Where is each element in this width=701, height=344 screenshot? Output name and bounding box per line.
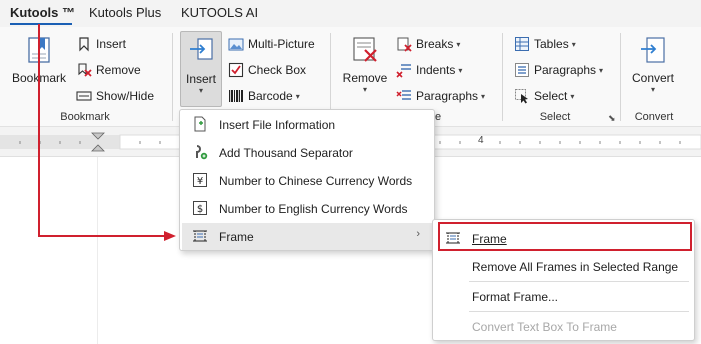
remove-bookmark-icon: [78, 63, 92, 77]
indents-icon: [396, 64, 411, 78]
bookmark-remove-button[interactable]: Remove: [76, 62, 141, 78]
tables-chevron-down-icon: ▾: [571, 39, 576, 49]
submenu-item-convert-text-box[interactable]: Convert Text Box To Frame: [437, 312, 692, 340]
tab-kutools[interactable]: Kutools ™: [10, 5, 75, 20]
file-info-icon: [194, 116, 206, 132]
menu-item-label: Number to Chinese Currency Words: [219, 174, 413, 188]
convert-big-label: Convert: [631, 71, 675, 85]
insert-dropdown-menu: Insert File Information Add Thousand Sep…: [179, 109, 435, 251]
dialog-launcher-icon[interactable]: ⬊: [608, 113, 616, 124]
select-tables-button[interactable]: Tables ▾: [514, 36, 576, 52]
ribbon-tab-bar: Kutools ™ Kutools Plus KUTOOLS AI: [0, 0, 701, 27]
select-label: Select: [534, 89, 568, 103]
bookmark-small-icon: [79, 37, 89, 52]
highlight-box: [438, 222, 692, 251]
tab-kutools-plus[interactable]: Kutools Plus: [89, 5, 161, 20]
active-tab-underline: [10, 23, 72, 25]
group-separator: [172, 33, 173, 121]
breaks-icon: [397, 37, 412, 52]
paragraphs-chevron-down-icon: ▾: [481, 91, 486, 101]
dollar-icon: $: [193, 201, 207, 215]
select-cursor-icon: [515, 89, 528, 104]
indents-label: Indents: [416, 63, 456, 77]
remove-big-label: Remove: [342, 71, 388, 85]
check-box-icon: [228, 62, 244, 78]
svg-text:¥: ¥: [197, 176, 203, 187]
bookmark-insert-button[interactable]: Insert: [76, 36, 126, 52]
barcode-label: Barcode: [248, 89, 293, 103]
margin-guide: [97, 157, 98, 344]
svg-text:$: $: [197, 204, 203, 215]
convert-big-button[interactable]: Convert ▾: [628, 35, 678, 94]
multi-picture-label: Multi-Picture: [248, 37, 315, 51]
remove-icon: [353, 37, 377, 62]
select-paragraphs-label: Paragraphs: [534, 63, 597, 77]
menu-item-label: Insert File Information: [219, 118, 336, 132]
paragraphs-label: Paragraphs: [416, 89, 479, 103]
breaks-label: Breaks: [416, 37, 454, 51]
tables-icon: [515, 37, 529, 51]
paragraphs-icon: [396, 90, 411, 100]
submenu-item-label: Remove All Frames in Selected Range: [472, 260, 679, 274]
group-separator: [330, 33, 331, 121]
submenu-item-format-frame[interactable]: Format Frame...: [437, 282, 692, 310]
annotation-arrow-horizontal: [38, 235, 168, 237]
tab-kutools-ai[interactable]: KUTOOLS AI: [181, 5, 258, 20]
barcode-icon: [229, 90, 243, 102]
select-paragraphs-chevron-down-icon: ▾: [599, 65, 604, 75]
breaks-chevron-down-icon: ▾: [456, 39, 461, 49]
remove-chevron-down-icon: ▾: [362, 85, 367, 94]
menu-item-label: Frame: [219, 230, 254, 244]
bookmark-remove-label: Remove: [96, 63, 141, 77]
select-button[interactable]: Select ▾: [514, 88, 574, 104]
check-box-label: Check Box: [248, 63, 307, 77]
menu-item-add-thousand-separator[interactable]: Add Thousand Separator: [182, 139, 432, 166]
menu-item-english-currency-words[interactable]: $ Number to English Currency Words: [182, 195, 432, 222]
chevron-right-icon: ›: [416, 228, 420, 240]
bookmark-group-label: Bookmark: [60, 111, 110, 123]
show-hide-icon: [76, 91, 92, 101]
submenu-item-label: Format Frame...: [472, 290, 559, 304]
annotation-arrow-vertical: [38, 24, 40, 237]
select-paragraphs-icon: [515, 63, 529, 77]
indents-button[interactable]: Indents ▾: [396, 62, 462, 78]
menu-item-frame[interactable]: Frame ›: [182, 223, 432, 250]
paragraphs-button[interactable]: Paragraphs ▾: [396, 88, 485, 104]
group-separator: [620, 33, 621, 121]
annotation-arrowhead-icon: [164, 231, 176, 241]
select-chevron-down-icon: ▾: [570, 91, 575, 101]
breaks-button[interactable]: Breaks ▾: [396, 36, 460, 52]
insert-big-label: Insert: [185, 72, 216, 86]
menu-item-chinese-currency-words[interactable]: ¥ Number to Chinese Currency Words: [182, 167, 432, 194]
menu-item-insert-file-information[interactable]: Insert File Information: [182, 111, 432, 138]
menu-item-label: Add Thousand Separator: [219, 146, 353, 160]
check-box-button[interactable]: Check Box: [228, 62, 306, 78]
submenu-item-remove-all-frames[interactable]: Remove All Frames in Selected Range: [437, 252, 692, 280]
bookmark-show-hide-button[interactable]: Show/Hide: [76, 88, 154, 104]
submenu-item-label: Convert Text Box To Frame: [472, 320, 617, 334]
thousand-separator-icon: [196, 145, 208, 160]
select-paragraphs-button[interactable]: Paragraphs ▾: [514, 62, 603, 78]
insert-chevron-down-icon: ▾: [198, 86, 203, 95]
group-separator: [502, 33, 503, 121]
bookmark-insert-label: Insert: [96, 37, 127, 51]
select-tables-label: Tables: [534, 37, 569, 51]
yen-icon: ¥: [193, 173, 207, 187]
menu-item-label: Number to English Currency Words: [219, 202, 408, 216]
barcode-chevron-down-icon: ▾: [295, 91, 300, 101]
insert-big-button[interactable]: Insert ▾: [180, 31, 222, 107]
bookmark-show-hide-label: Show/Hide: [96, 89, 155, 103]
ruler-mark-4: 4: [478, 135, 484, 146]
select-group-label: Select: [539, 111, 571, 123]
convert-chevron-down-icon: ▾: [650, 85, 655, 94]
frame-icon: [193, 230, 207, 242]
barcode-button[interactable]: Barcode ▾: [228, 88, 300, 104]
convert-icon: [641, 37, 665, 63]
multi-picture-icon: [228, 38, 244, 51]
indents-chevron-down-icon: ▾: [458, 65, 463, 75]
convert-group-label: Convert: [634, 111, 674, 123]
remove-big-button[interactable]: Remove ▾: [340, 35, 390, 94]
multi-picture-button[interactable]: Multi-Picture: [228, 36, 315, 52]
insert-arrow-icon: [190, 38, 213, 60]
